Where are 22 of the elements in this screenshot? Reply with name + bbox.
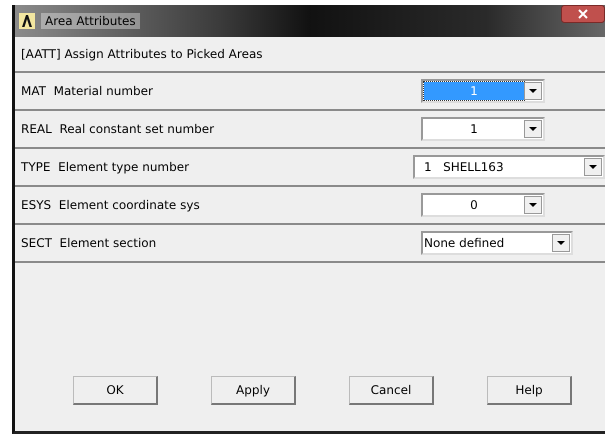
dropdown[interactable]: 1	[421, 117, 545, 141]
window-title: Area Attributes	[41, 13, 140, 29]
dialog-header: [AATT] Assign Attributes to Picked Areas	[21, 47, 263, 61]
field-label: ESYS Element coordinate sys	[21, 198, 201, 212]
close-icon[interactable]	[561, 5, 605, 23]
logo-icon	[19, 13, 35, 29]
dialog-button[interactable]: Help	[487, 376, 572, 405]
field-label: SECT Element section	[21, 236, 158, 250]
dialog-button[interactable]: Apply	[211, 376, 296, 405]
dropdown[interactable]: 1 SHELL163	[413, 155, 605, 179]
field-label: REAL Real constant set number	[21, 122, 216, 136]
dropdown[interactable]: None defined	[421, 231, 573, 255]
caret-icon[interactable]	[524, 120, 542, 138]
caret-icon[interactable]	[524, 196, 542, 214]
dialog-button[interactable]: Cancel	[349, 376, 434, 405]
field-label: TYPE Element type number	[21, 160, 190, 174]
dialog-button[interactable]: OK	[73, 376, 158, 405]
dropdown[interactable]: 0	[421, 193, 545, 217]
caret-icon[interactable]	[524, 82, 542, 100]
caret-icon[interactable]	[552, 234, 570, 252]
field-label: MAT Material number	[21, 84, 154, 98]
caret-icon[interactable]	[584, 158, 602, 176]
